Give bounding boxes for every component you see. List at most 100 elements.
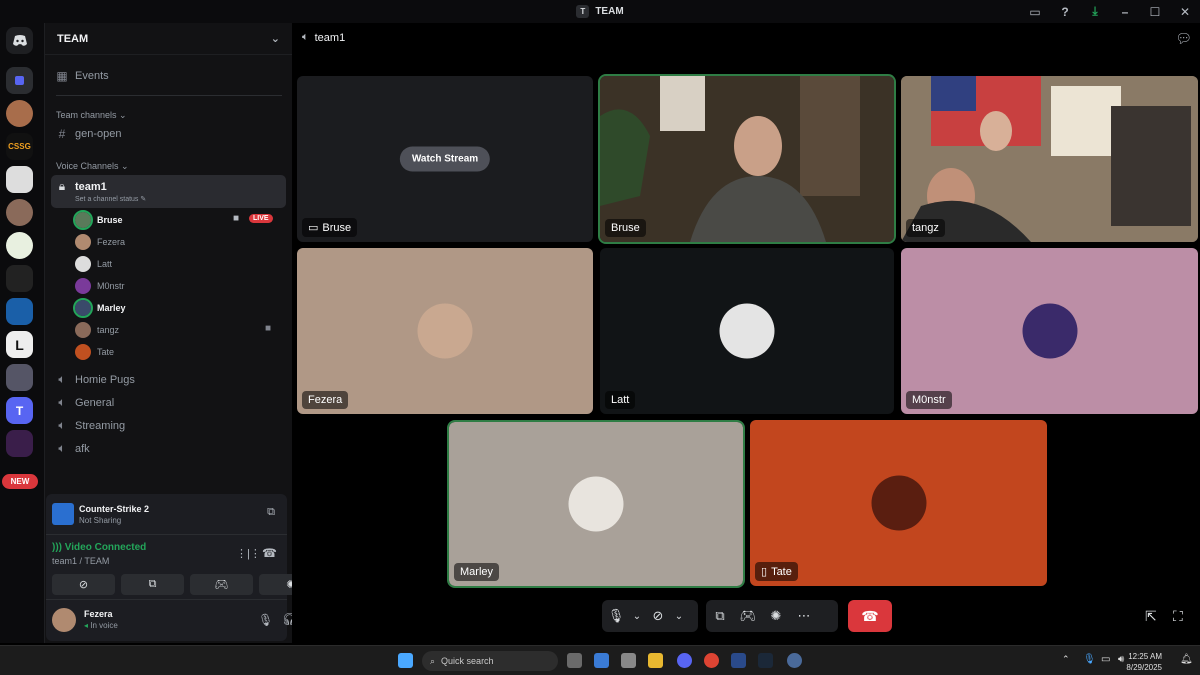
chevron-down-icon[interactable]: ⌄ bbox=[630, 611, 644, 622]
mobile-icon: ▯ bbox=[761, 566, 768, 578]
channel-general[interactable]: 🔈︎ General bbox=[55, 395, 114, 410]
close-icon[interactable]: ✕ bbox=[1170, 5, 1200, 19]
more-options-icon[interactable]: ⋯ bbox=[790, 608, 818, 624]
events-item[interactable]: ▦ Events bbox=[55, 69, 108, 83]
camera-feed bbox=[901, 76, 1198, 242]
chevron-down-icon[interactable]: ⌄ bbox=[672, 611, 686, 622]
chat-icon[interactable]: 💬︎ bbox=[1175, 31, 1192, 47]
server-icon[interactable]: L bbox=[6, 331, 33, 358]
volume-icon[interactable]: 🔊︎ bbox=[1118, 654, 1124, 665]
video-tile-latt[interactable]: Latt bbox=[600, 248, 894, 414]
activities-button[interactable]: 🎮︎ bbox=[190, 574, 253, 595]
video-tile-bruse[interactable]: Bruse bbox=[598, 74, 896, 244]
video-tile-marley[interactable]: Marley bbox=[447, 420, 745, 588]
steam-icon[interactable] bbox=[758, 653, 773, 668]
channel-status[interactable]: Set a channel status ✎ bbox=[75, 195, 146, 203]
voice-user-tangz[interactable]: tangz bbox=[75, 322, 119, 338]
channel-gen-open[interactable]: # gen-open bbox=[55, 127, 122, 141]
pop-out-icon[interactable]: ⇱ bbox=[1145, 608, 1157, 625]
chevron-up-icon[interactable]: ⌃ bbox=[1062, 654, 1070, 665]
stream-tile-bruse[interactable]: Watch Stream ▭ Bruse bbox=[297, 76, 593, 242]
server-icon[interactable] bbox=[6, 298, 33, 325]
system-clock[interactable]: 12:25 AM 8/29/2025 bbox=[1126, 651, 1162, 673]
download-icon[interactable]: ⤓ bbox=[1080, 4, 1110, 19]
guild-header[interactable]: TEAM ⌄ bbox=[45, 23, 292, 55]
voice-user-bruse[interactable]: Bruse bbox=[73, 210, 123, 230]
server-rail: CSSG L T NEW bbox=[0, 23, 44, 643]
maximize-icon[interactable]: ☐ bbox=[1140, 5, 1170, 19]
signal-icon: ))) bbox=[52, 542, 65, 553]
watch-stream-button[interactable]: Watch Stream bbox=[399, 146, 491, 172]
speaker-icon: 🔈︎ bbox=[58, 372, 66, 386]
inbox-icon[interactable]: ▭ bbox=[1020, 5, 1050, 19]
server-icon[interactable] bbox=[6, 166, 33, 193]
voice-user-m0nstr[interactable]: M0nstr bbox=[75, 278, 125, 294]
game-subtitle: Not Sharing bbox=[79, 516, 122, 525]
share-screen-button[interactable]: ⧉ bbox=[121, 574, 184, 595]
app-icon[interactable] bbox=[787, 653, 802, 668]
video-tile-tate[interactable]: ▯ Tate bbox=[750, 420, 1047, 586]
voice-user-tate[interactable]: Tate bbox=[75, 344, 114, 360]
channel-afk[interactable]: 🔈︎ afk bbox=[55, 441, 89, 456]
camera-toggle-button[interactable]: ⊘ bbox=[52, 574, 115, 595]
voice-status[interactable]: ))) Video Connected bbox=[52, 542, 146, 553]
video-tile-tangz[interactable]: tangz bbox=[901, 76, 1198, 242]
discord-taskbar-icon[interactable] bbox=[677, 653, 692, 668]
voice-user-fezera[interactable]: Fezera bbox=[75, 234, 125, 250]
photos-icon[interactable] bbox=[594, 653, 609, 668]
noise-suppression-icon[interactable]: ⋮|⋮ bbox=[236, 547, 261, 560]
chrome-icon[interactable] bbox=[704, 653, 719, 668]
video-tile-m0nstr[interactable]: M0nstr bbox=[901, 248, 1198, 414]
speaker-icon: 🔈︎ bbox=[58, 418, 66, 432]
notification-bell-icon[interactable]: 🔔︎ bbox=[1180, 654, 1193, 665]
disconnect-icon[interactable]: ☎︎ bbox=[262, 546, 277, 560]
new-badge[interactable]: NEW bbox=[2, 474, 38, 489]
share-screen-icon[interactable]: ⧉ bbox=[267, 506, 275, 519]
channel-homie-pugs[interactable]: 🔈︎ Homie Pugs bbox=[55, 372, 135, 387]
hang-up-button[interactable]: ☎︎ bbox=[848, 600, 892, 632]
team-server-icon[interactable]: T bbox=[6, 397, 33, 424]
voice-user-marley[interactable]: Marley bbox=[73, 298, 126, 318]
windows-start-icon[interactable] bbox=[398, 653, 413, 668]
soundboard-icon[interactable]: ✺ bbox=[762, 608, 790, 624]
live-badge: LIVE bbox=[249, 214, 273, 223]
minimize-icon[interactable]: – bbox=[1110, 5, 1140, 19]
discord-home-icon[interactable] bbox=[6, 27, 33, 54]
voice-user-latt[interactable]: Latt bbox=[75, 256, 112, 272]
voice-location[interactable]: team1 / TEAM bbox=[52, 556, 109, 566]
display-icon[interactable]: ▭ bbox=[1101, 654, 1110, 665]
speaker-icon: 🔈︎ bbox=[58, 395, 66, 409]
avatar[interactable] bbox=[52, 608, 76, 632]
video-tile-fezera[interactable]: Fezera bbox=[297, 248, 593, 414]
camera-off-icon[interactable]: ⊘ bbox=[644, 608, 672, 624]
fullscreen-icon[interactable]: ⛶ bbox=[1173, 608, 1183, 625]
server-icon[interactable] bbox=[6, 199, 33, 226]
app-icon: T bbox=[576, 5, 590, 18]
server-icon[interactable] bbox=[6, 364, 33, 391]
username[interactable]: Fezera bbox=[84, 609, 113, 619]
microphone-icon[interactable]: 🎙︎ bbox=[1083, 654, 1096, 665]
help-icon[interactable]: ? bbox=[1050, 5, 1080, 19]
video-camera-icon: ■ bbox=[233, 213, 240, 224]
calculator-icon[interactable] bbox=[621, 653, 636, 668]
channel-streaming[interactable]: 🔈︎ Streaming bbox=[55, 418, 125, 433]
server-icon[interactable] bbox=[6, 265, 33, 292]
server-icon[interactable] bbox=[6, 100, 33, 127]
taskbar-search[interactable]: ⌕ Quick search bbox=[422, 651, 558, 671]
file-explorer-icon[interactable] bbox=[648, 653, 663, 668]
csgo-server-icon[interactable]: CSSG bbox=[6, 133, 33, 160]
screen-share-icon[interactable]: ⧉ bbox=[706, 608, 734, 624]
name-tag: M0nstr bbox=[906, 391, 952, 409]
microphone-icon[interactable]: 🎙︎ bbox=[258, 613, 273, 627]
server-icon[interactable] bbox=[6, 232, 33, 259]
folder-icon[interactable] bbox=[6, 67, 33, 94]
task-view-icon[interactable] bbox=[567, 653, 582, 668]
category-voice-channels[interactable]: Voice Channels ⌄ bbox=[56, 161, 129, 172]
microphone-icon[interactable]: 🎙︎ bbox=[602, 608, 630, 624]
name-tag: Bruse bbox=[605, 219, 646, 237]
server-icon[interactable] bbox=[6, 430, 33, 457]
divider bbox=[56, 95, 282, 96]
category-team-channels[interactable]: Team channels ⌄ bbox=[56, 110, 127, 121]
counter-strike-taskbar-icon[interactable] bbox=[731, 653, 746, 668]
gamepad-icon[interactable]: 🎮︎ bbox=[734, 608, 762, 624]
